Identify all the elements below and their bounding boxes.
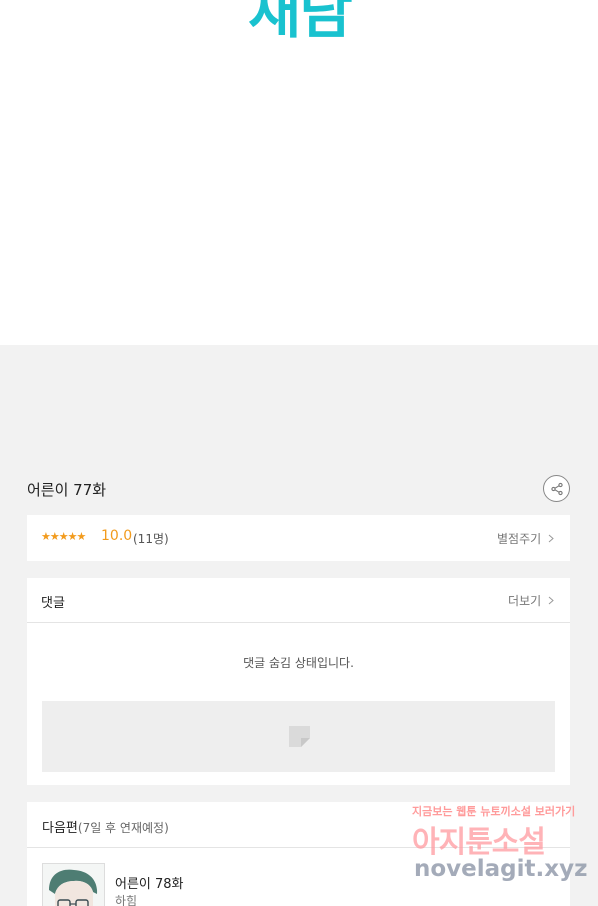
next-episode-label: 다음편(7일 후 연재예정) xyxy=(42,817,169,836)
chevron-right-icon xyxy=(548,534,554,543)
next-episode-label-text: 다음편 xyxy=(42,821,78,836)
share-button[interactable] xyxy=(543,475,570,502)
next-episode-schedule: (7일 후 연재예정) xyxy=(77,821,169,835)
next-episode-author: 하힘 xyxy=(115,894,138,906)
watermark-logo: 아지툰소설 xyxy=(412,825,546,860)
episode-bar: 어른이 77화 xyxy=(27,474,570,504)
comment-more-button[interactable]: 더보기 xyxy=(508,592,554,609)
ad-placeholder[interactable] xyxy=(42,701,555,772)
comment-header: 댓글 더보기 xyxy=(27,578,570,623)
thumbnail-illustration xyxy=(43,864,104,906)
rating-score: 10.0 xyxy=(101,528,133,544)
rate-button-label: 별점주기 xyxy=(497,532,542,546)
webtoon-image-area: 재담 xyxy=(0,0,598,345)
comment-card: 댓글 더보기 댓글 숨김 상태입니다. xyxy=(27,578,570,785)
rate-button[interactable]: 별점주기 xyxy=(497,530,554,547)
site-watermark: 지금보는 웹툰 뉴토끼소설 보러가기 아지툰소설 novelagit.xyz xyxy=(410,803,587,903)
publisher-logo: 재담 xyxy=(248,0,353,46)
share-icon xyxy=(550,482,563,495)
comment-title: 댓글 xyxy=(41,596,65,611)
watermark-url: novelagit.xyz xyxy=(414,856,588,882)
rating-card: ★★★★★ 10.0 (11명) 별점주기 xyxy=(27,515,570,561)
episode-title: 어른이 77화 xyxy=(27,481,107,499)
chevron-right-icon xyxy=(548,596,554,605)
comment-more-label: 더보기 xyxy=(508,594,542,608)
rating-count: (11명) xyxy=(133,532,169,546)
rating-stars: ★★★★★ xyxy=(41,530,86,543)
next-episode-title[interactable]: 어른이 78화 xyxy=(115,873,184,892)
ad-placeholder-icon xyxy=(289,726,310,747)
next-episode-thumbnail[interactable] xyxy=(42,863,105,906)
comment-hidden-message: 댓글 숨김 상태입니다. xyxy=(243,656,354,670)
